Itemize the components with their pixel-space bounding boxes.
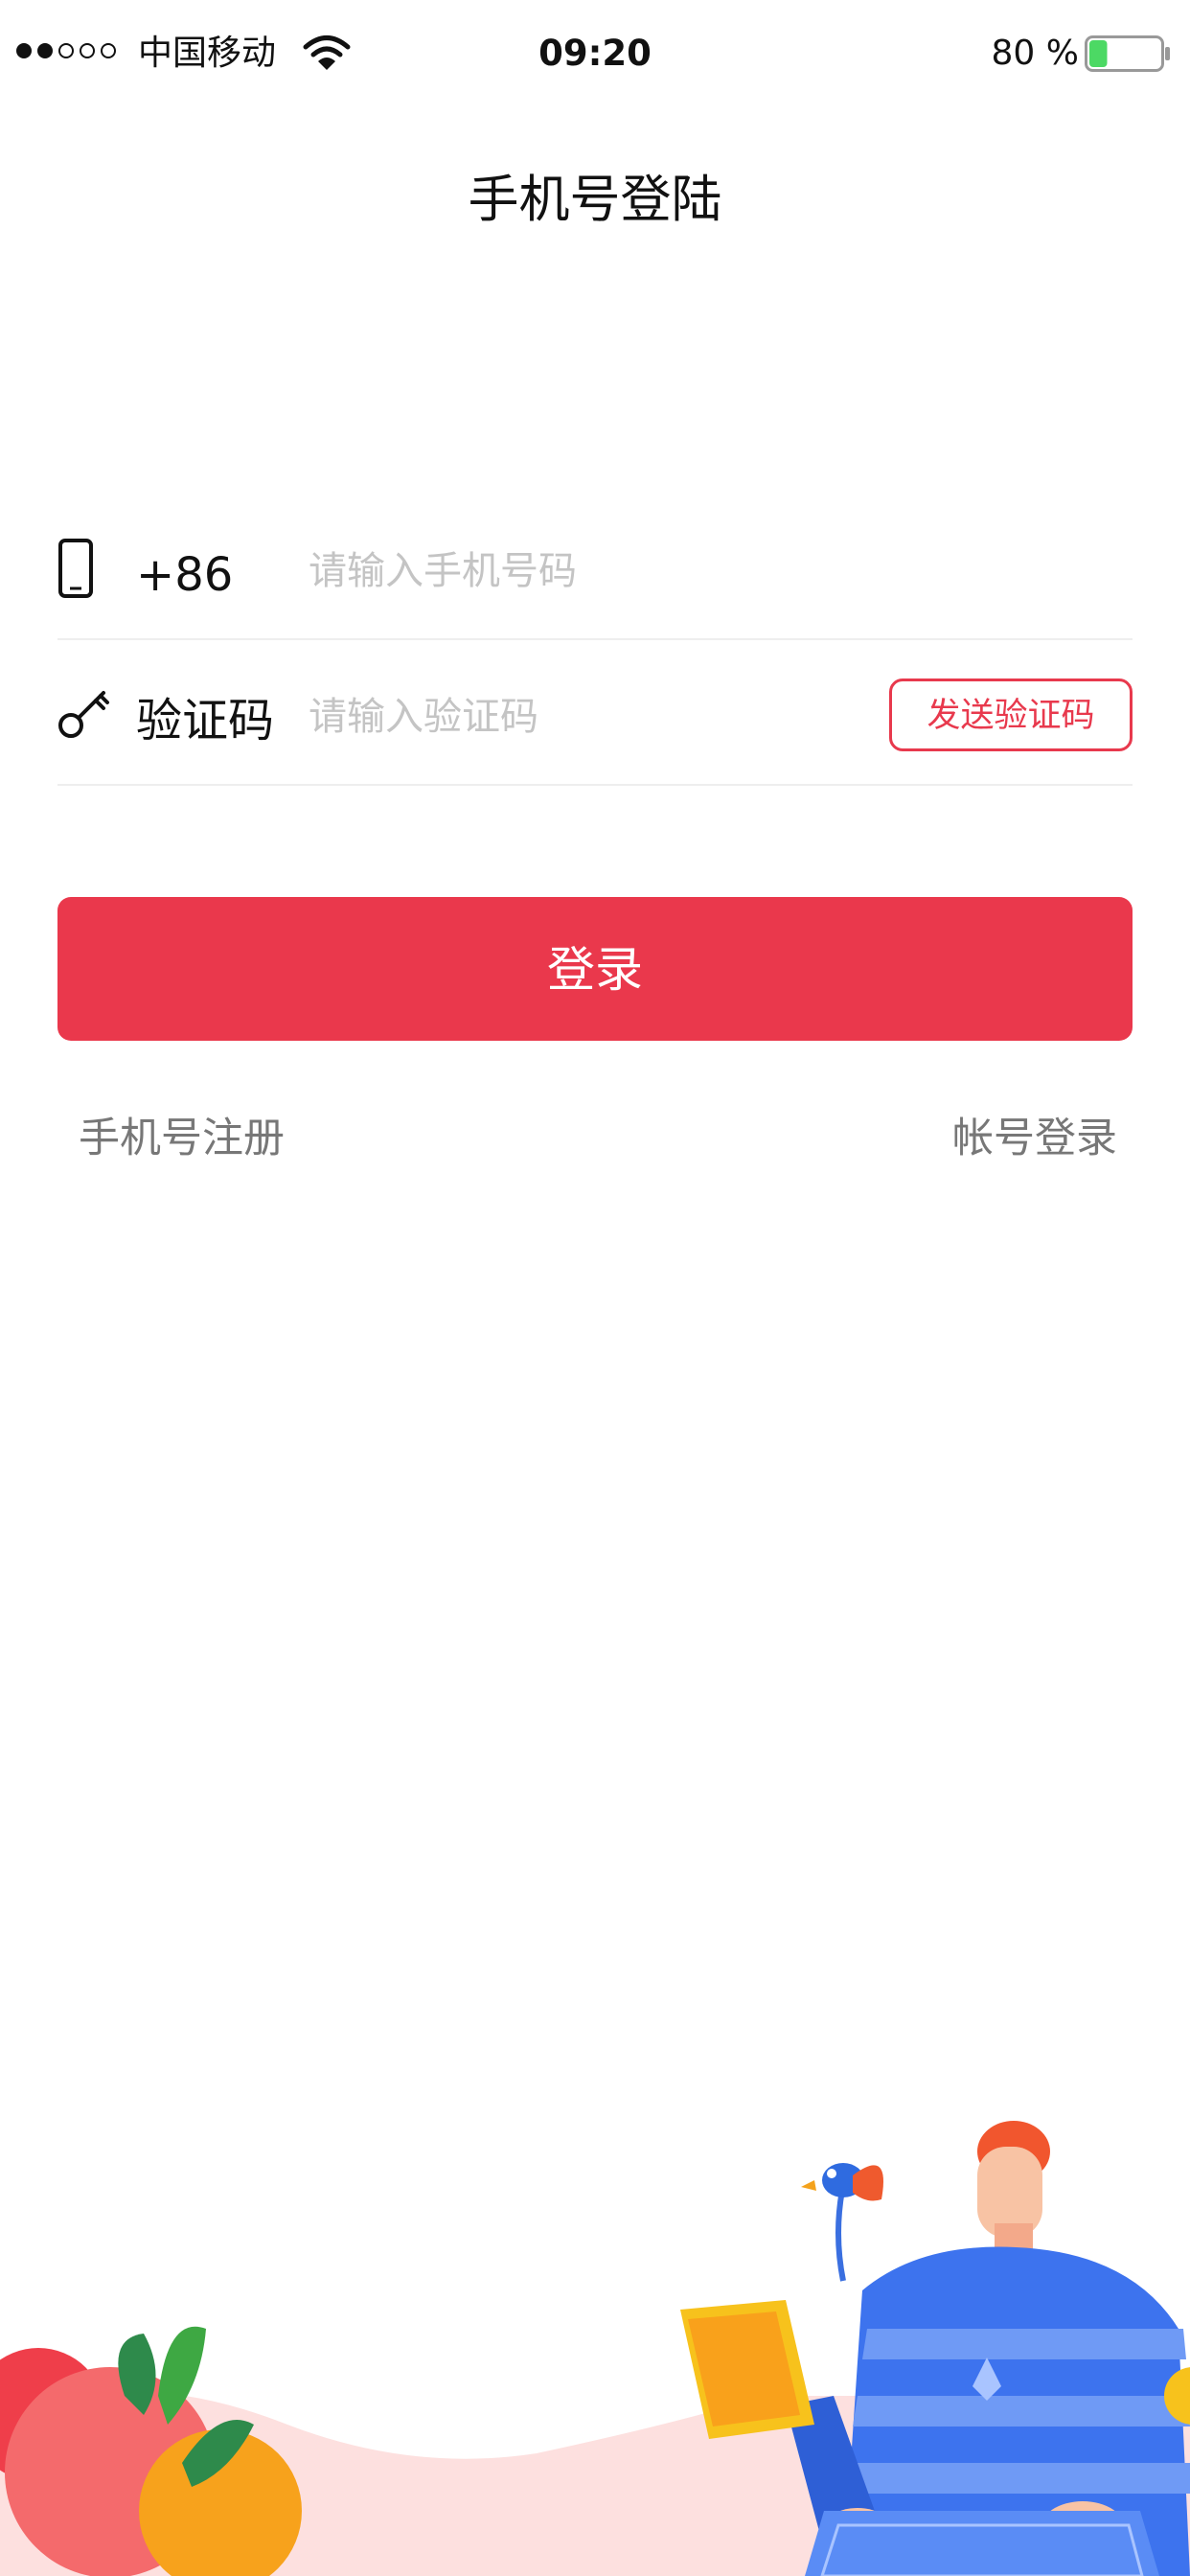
send-code-button[interactable]: 发送验证码 (889, 678, 1133, 751)
battery-percentage: 80 % (991, 34, 1079, 73)
battery-icon (1085, 35, 1170, 72)
status-bar: 中国移动 09:20 80 % (0, 0, 1190, 107)
account-login-link[interactable]: 帐号登录 (952, 1110, 1117, 1167)
login-button[interactable]: 登录 (57, 897, 1133, 1041)
verification-code-input[interactable] (309, 686, 788, 748)
phone-register-link[interactable]: 手机号注册 (79, 1110, 285, 1167)
phone-number-input[interactable] (309, 540, 845, 602)
key-icon (58, 691, 109, 738)
mobile-phone-icon (58, 539, 93, 598)
row-divider (57, 638, 1133, 640)
bird-figure (801, 2163, 883, 2282)
verification-code-row: 验证码 发送验证码 (57, 642, 1133, 786)
login-screen: 中国移动 09:20 80 % 手机号登陆 +86 请输入手机号码 验证码 请输… (0, 0, 1190, 2576)
phone-number-row: +86 (57, 496, 1133, 640)
verification-code-label: 验证码 (136, 694, 275, 748)
country-code[interactable]: +86 (136, 544, 233, 606)
row-divider (57, 784, 1133, 786)
page-title: 手机号登陆 (468, 171, 722, 229)
decorative-illustration (0, 2121, 1190, 2576)
